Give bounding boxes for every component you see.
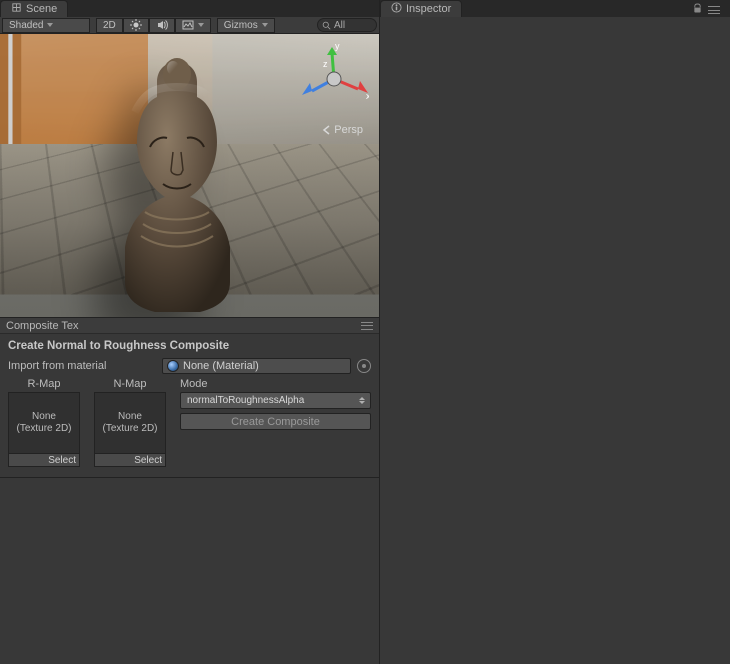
gizmo-z-label: z bbox=[323, 59, 328, 69]
fx-dropdown[interactable] bbox=[175, 18, 211, 33]
composite-title: Create Normal to Roughness Composite bbox=[8, 340, 371, 352]
inspector-menu-icon[interactable] bbox=[708, 5, 720, 15]
gizmos-label: Gizmos bbox=[224, 20, 258, 31]
toggle-2d[interactable]: 2D bbox=[96, 18, 123, 33]
mode-value: normalToRoughnessAlpha bbox=[187, 395, 304, 406]
material-field-value: None (Material) bbox=[183, 360, 259, 372]
rmap-texture-slot[interactable]: None (Texture 2D) bbox=[8, 392, 80, 454]
audio-toggle[interactable] bbox=[149, 18, 175, 33]
material-picker-button[interactable] bbox=[357, 359, 371, 373]
rmap-select-button[interactable]: Select bbox=[8, 453, 80, 467]
shading-dropdown[interactable]: Shaded bbox=[2, 18, 90, 33]
scene-toolbar: Shaded 2D Gizmos All bbox=[0, 17, 379, 34]
nmap-label: N-Map bbox=[113, 378, 146, 390]
scene-viewport[interactable]: x y z Persp bbox=[0, 34, 379, 317]
nmap-texture-slot[interactable]: None (Texture 2D) bbox=[94, 392, 166, 454]
projection-toggle[interactable]: Persp bbox=[322, 124, 363, 136]
lock-icon[interactable] bbox=[693, 3, 702, 17]
tab-inspector[interactable]: Inspector bbox=[380, 0, 462, 17]
tab-inspector-label: Inspector bbox=[406, 3, 451, 15]
scene-search[interactable]: All bbox=[317, 18, 377, 32]
gizmo-y-label: y bbox=[335, 44, 340, 51]
tab-composite[interactable]: Composite Tex bbox=[6, 320, 79, 332]
import-material-label: Import from material bbox=[8, 360, 156, 372]
rmap-label: R-Map bbox=[27, 378, 60, 390]
nmap-none-2: (Texture 2D) bbox=[102, 423, 157, 435]
lighting-toggle[interactable] bbox=[123, 18, 149, 33]
composite-panel: Create Normal to Roughness Composite Imp… bbox=[0, 334, 379, 478]
rmap-none-2: (Texture 2D) bbox=[16, 423, 71, 435]
tab-scene[interactable]: Scene bbox=[0, 0, 68, 17]
search-icon bbox=[322, 21, 331, 30]
scene-icon bbox=[11, 2, 22, 16]
projection-label: Persp bbox=[334, 124, 363, 136]
nmap-select-button[interactable]: Select bbox=[94, 453, 166, 467]
composite-tab-header: Composite Tex bbox=[0, 317, 379, 334]
shading-label: Shaded bbox=[9, 20, 43, 31]
material-field[interactable]: None (Material) bbox=[162, 358, 351, 374]
inspector-body bbox=[380, 17, 730, 664]
nmap-select-label: Select bbox=[134, 455, 162, 466]
scene-tab-bar: Scene bbox=[0, 0, 379, 17]
create-composite-button[interactable]: Create Composite bbox=[180, 413, 371, 430]
scene-search-text: All bbox=[334, 20, 345, 31]
gizmos-dropdown[interactable]: Gizmos bbox=[217, 18, 275, 33]
inspector-tab-bar: Inspector bbox=[380, 0, 730, 17]
mode-dropdown[interactable]: normalToRoughnessAlpha bbox=[180, 392, 371, 409]
panel-menu-icon[interactable] bbox=[361, 321, 373, 331]
create-composite-label: Create Composite bbox=[231, 416, 320, 428]
rmap-none-1: None bbox=[32, 411, 56, 423]
material-icon bbox=[167, 360, 179, 372]
tab-scene-label: Scene bbox=[26, 3, 57, 15]
mode-label: Mode bbox=[180, 378, 371, 390]
chevron-left-icon bbox=[322, 125, 332, 135]
toggle-2d-label: 2D bbox=[103, 20, 116, 31]
scene-object-bust bbox=[95, 52, 260, 317]
gizmo-x-label: x bbox=[366, 91, 369, 101]
nmap-none-1: None bbox=[118, 411, 142, 423]
rmap-select-label: Select bbox=[48, 455, 76, 466]
orientation-gizmo[interactable]: x y z bbox=[299, 44, 369, 114]
info-icon bbox=[391, 2, 402, 16]
